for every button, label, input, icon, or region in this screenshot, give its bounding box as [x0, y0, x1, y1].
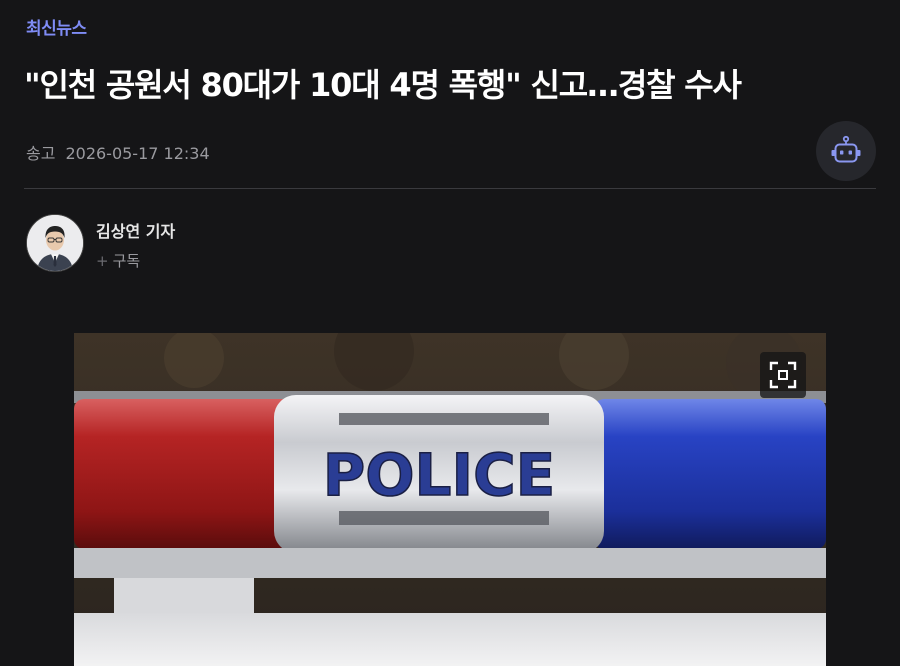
subscribe-label: 구독: [112, 252, 141, 270]
police-sign: POLICE: [323, 441, 556, 509]
plus-icon: +: [96, 252, 109, 270]
headline: "인천 공원서 80대가 10대 4명 폭행" 신고…경찰 수사: [24, 66, 742, 104]
article-photo[interactable]: POLICE: [74, 333, 826, 666]
reporter-name[interactable]: 김상연 기자: [96, 218, 175, 242]
reporter-avatar[interactable]: [26, 214, 84, 272]
category-label[interactable]: 최신뉴스: [26, 14, 87, 39]
article-meta: 송고 2026-05-17 12:34: [26, 140, 210, 164]
sent-label: 송고: [26, 144, 56, 163]
expand-icon: [769, 361, 797, 389]
sent-datetime: 2026-05-17 12:34: [65, 144, 210, 163]
robot-icon: [831, 135, 861, 163]
expand-button[interactable]: [760, 352, 806, 398]
ai-summary-button[interactable]: [816, 121, 876, 181]
subscribe-button[interactable]: + 구독: [96, 250, 140, 271]
divider: [24, 188, 876, 189]
